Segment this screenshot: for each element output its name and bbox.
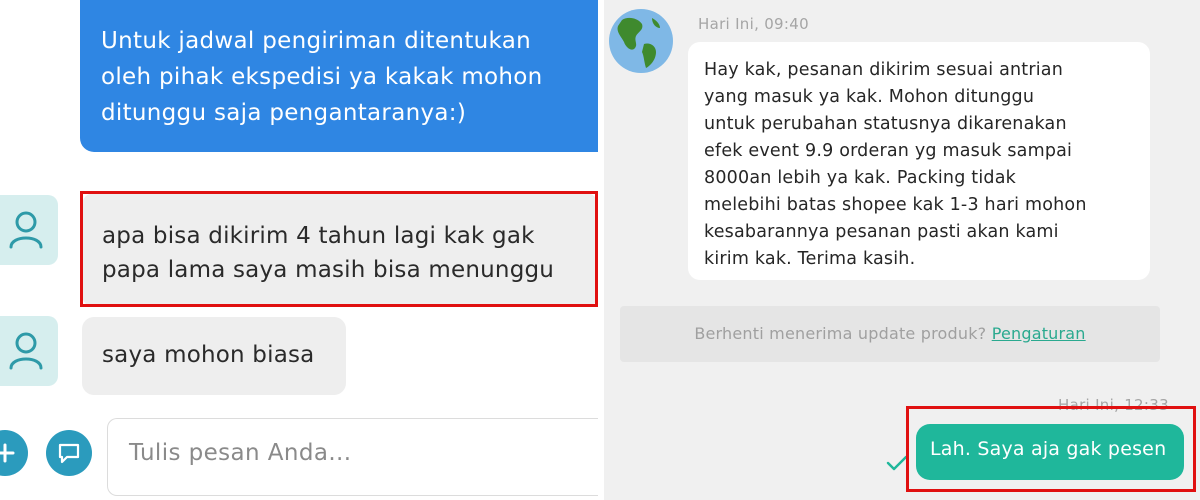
sent-message-text: Lah. Saya aja gak pesen — [930, 438, 1167, 460]
settings-link[interactable]: Pengaturan — [992, 324, 1086, 343]
buyer-avatar — [0, 316, 58, 386]
chat-bubble-icon — [58, 443, 80, 464]
add-button[interactable] — [0, 430, 28, 476]
left-chat-panel: Untuk jadwal pengiriman ditentukan oleh … — [0, 0, 598, 500]
message-timestamp: Hari Ini, 12:33 — [1058, 396, 1169, 414]
message-input[interactable]: Tulis pesan Anda... — [107, 418, 598, 496]
seller-message-text: Untuk jadwal pengiriman ditentukan oleh … — [101, 28, 543, 126]
product-update-notice: Berhenti menerima update produk? Pengatu… — [620, 306, 1160, 362]
buyer-message-bubble: apa bisa dikirim 4 tahun lagi kak gak pa… — [82, 193, 598, 307]
buyer-avatar — [0, 195, 58, 265]
user-icon — [9, 211, 43, 249]
plus-icon — [0, 443, 15, 463]
user-icon — [9, 332, 43, 370]
seller-message-bubble: Hay kak, pesanan dikirim sesuai antrian … — [688, 42, 1150, 280]
right-chat-panel: Hari Ini, 09:40 Hay kak, pesanan dikirim… — [604, 0, 1200, 500]
message-timestamp: Hari Ini, 09:40 — [698, 15, 809, 33]
seller-message-bubble: Untuk jadwal pengiriman ditentukan oleh … — [80, 0, 598, 152]
seller-message-text: Hay kak, pesanan dikirim sesuai antrian … — [704, 60, 1087, 269]
sent-message-bubble: Lah. Saya aja gak pesen — [916, 424, 1184, 480]
buyer-message-text: apa bisa dikirim 4 tahun lagi kak gak pa… — [102, 223, 555, 283]
message-input-placeholder: Tulis pesan Anda... — [129, 440, 352, 466]
buyer-message-text: saya mohon biasa — [102, 342, 315, 368]
buyer-message-bubble: saya mohon biasa — [82, 317, 346, 395]
notice-text: Berhenti menerima update produk? — [694, 324, 987, 343]
check-icon — [886, 455, 908, 471]
chat-button[interactable] — [46, 430, 92, 476]
globe-icon — [609, 9, 673, 73]
